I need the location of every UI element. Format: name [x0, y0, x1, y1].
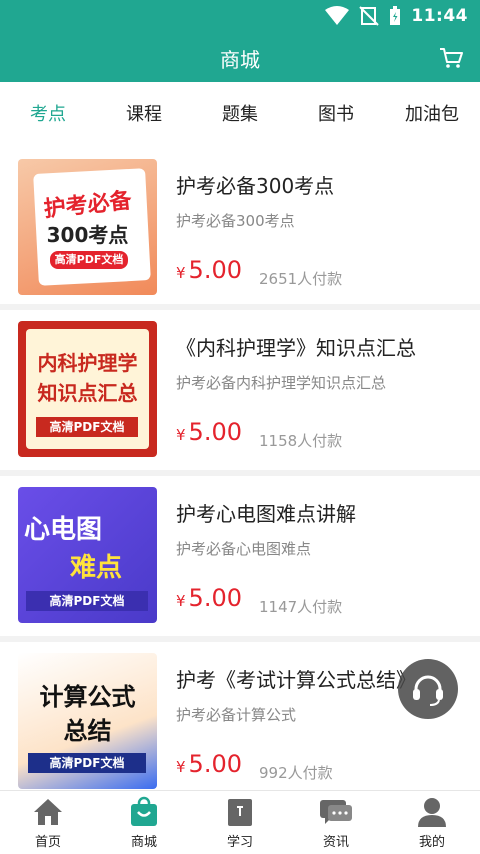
product-title[interactable]: 《内科护理学》知识点汇总 — [176, 332, 416, 361]
bottom-nav: 首页 商城 学习 资讯 我的 — [0, 790, 480, 854]
nav-study-label: 学习 — [226, 835, 253, 850]
nav-home-label: 首页 — [34, 835, 61, 850]
product-subtitle: 护考必备300考点 — [176, 212, 295, 230]
product-title[interactable]: 护考《考试计算公式总结》 — [176, 664, 416, 693]
buyer-count: 992人付款 — [259, 764, 333, 782]
thumb-line-3: 高清PDF文档 — [28, 753, 146, 773]
tab-tushu[interactable]: 图书 — [288, 82, 384, 148]
product-thumbnail[interactable]: 计算公式 总结 高清PDF文档 — [18, 653, 157, 789]
product-card[interactable]: 护考必备 300考点 高清PDF文档 护考必备300考点 护考必备300考点 ¥… — [0, 148, 480, 304]
product-thumbnail[interactable]: 心电图 难点 高清PDF文档 — [18, 487, 157, 623]
no-signal-icon — [359, 6, 380, 26]
thumb-line-1: 内科护理学 — [37, 351, 138, 375]
status-icons: 11:44 — [325, 6, 468, 26]
thumb-line-3: 高清PDF文档 — [36, 417, 138, 437]
category-tabs: 考点 课程 题集 图书 加油包 — [0, 82, 480, 148]
nav-me[interactable]: 我的 — [384, 791, 480, 854]
nav-home[interactable]: 首页 — [0, 791, 96, 854]
nav-study[interactable]: 学习 — [192, 791, 288, 854]
battery-icon — [390, 6, 401, 25]
product-price: ¥5.00 — [176, 750, 242, 778]
status-bar: 11:44 — [0, 0, 480, 34]
book-icon — [223, 795, 257, 829]
currency-symbol: ¥ — [176, 264, 186, 282]
customer-support-button[interactable] — [398, 659, 458, 719]
page-title: 商城 — [220, 48, 260, 72]
nav-shop[interactable]: 商城 — [96, 791, 192, 854]
thumb-line-3: 高清PDF文档 — [50, 251, 128, 269]
headset-icon — [413, 675, 443, 706]
nav-me-label: 我的 — [418, 835, 445, 850]
wifi-icon — [325, 6, 350, 25]
buyer-count: 2651人付款 — [259, 270, 343, 288]
product-title[interactable]: 护考必备300考点 — [176, 170, 334, 199]
product-thumbnail[interactable]: 护考必备 300考点 高清PDF文档 — [18, 159, 157, 295]
thumb-line-2: 知识点汇总 — [37, 381, 138, 405]
nav-shop-label: 商城 — [130, 835, 157, 850]
product-subtitle: 护考必备内科护理学知识点汇总 — [176, 374, 387, 392]
product-title[interactable]: 护考心电图难点讲解 — [176, 498, 356, 527]
product-price: ¥5.00 — [176, 418, 242, 446]
tab-kaodian[interactable]: 考点 — [0, 82, 96, 148]
app-bar: 商城 — [0, 34, 480, 82]
product-price: ¥5.00 — [176, 256, 242, 284]
thumb-line-2: 难点 — [70, 553, 123, 583]
price-value: 5.00 — [188, 584, 242, 612]
price-value: 5.00 — [188, 418, 242, 446]
currency-symbol: ¥ — [176, 426, 186, 444]
user-icon — [415, 795, 449, 829]
product-price: ¥5.00 — [176, 584, 242, 612]
nav-news-label: 资讯 — [322, 835, 349, 850]
tab-kecheng[interactable]: 课程 — [96, 82, 192, 148]
product-card[interactable]: 内科护理学 知识点汇总 高清PDF文档 《内科护理学》知识点汇总 护考必备内科护… — [0, 310, 480, 470]
home-icon — [31, 795, 65, 829]
cart-icon[interactable] — [438, 45, 464, 71]
product-subtitle: 护考必备心电图难点 — [176, 540, 312, 558]
buyer-count: 1158人付款 — [259, 432, 343, 450]
thumb-line-2: 300考点 — [46, 223, 129, 247]
thumb-line-1: 计算公式 — [39, 683, 136, 711]
thumb-line-3: 高清PDF文档 — [26, 591, 148, 611]
currency-symbol: ¥ — [176, 592, 186, 610]
price-value: 5.00 — [188, 750, 242, 778]
product-thumbnail[interactable]: 内科护理学 知识点汇总 高清PDF文档 — [18, 321, 157, 457]
product-subtitle: 护考必备计算公式 — [176, 706, 297, 724]
price-value: 5.00 — [188, 256, 242, 284]
shop-bag-icon — [127, 795, 161, 829]
buyer-count: 1147人付款 — [259, 598, 343, 616]
tab-jiayoubao[interactable]: 加油包 — [384, 82, 480, 148]
tab-tiji[interactable]: 题集 — [192, 82, 288, 148]
status-time: 11:44 — [411, 6, 468, 26]
thumb-line-1: 心电图 — [24, 515, 103, 545]
nav-news[interactable]: 资讯 — [288, 791, 384, 854]
chat-icon — [319, 795, 353, 829]
thumb-line-2: 总结 — [63, 717, 112, 745]
currency-symbol: ¥ — [176, 758, 186, 776]
product-card[interactable]: 心电图 难点 高清PDF文档 护考心电图难点讲解 护考必备心电图难点 ¥5.00… — [0, 476, 480, 636]
